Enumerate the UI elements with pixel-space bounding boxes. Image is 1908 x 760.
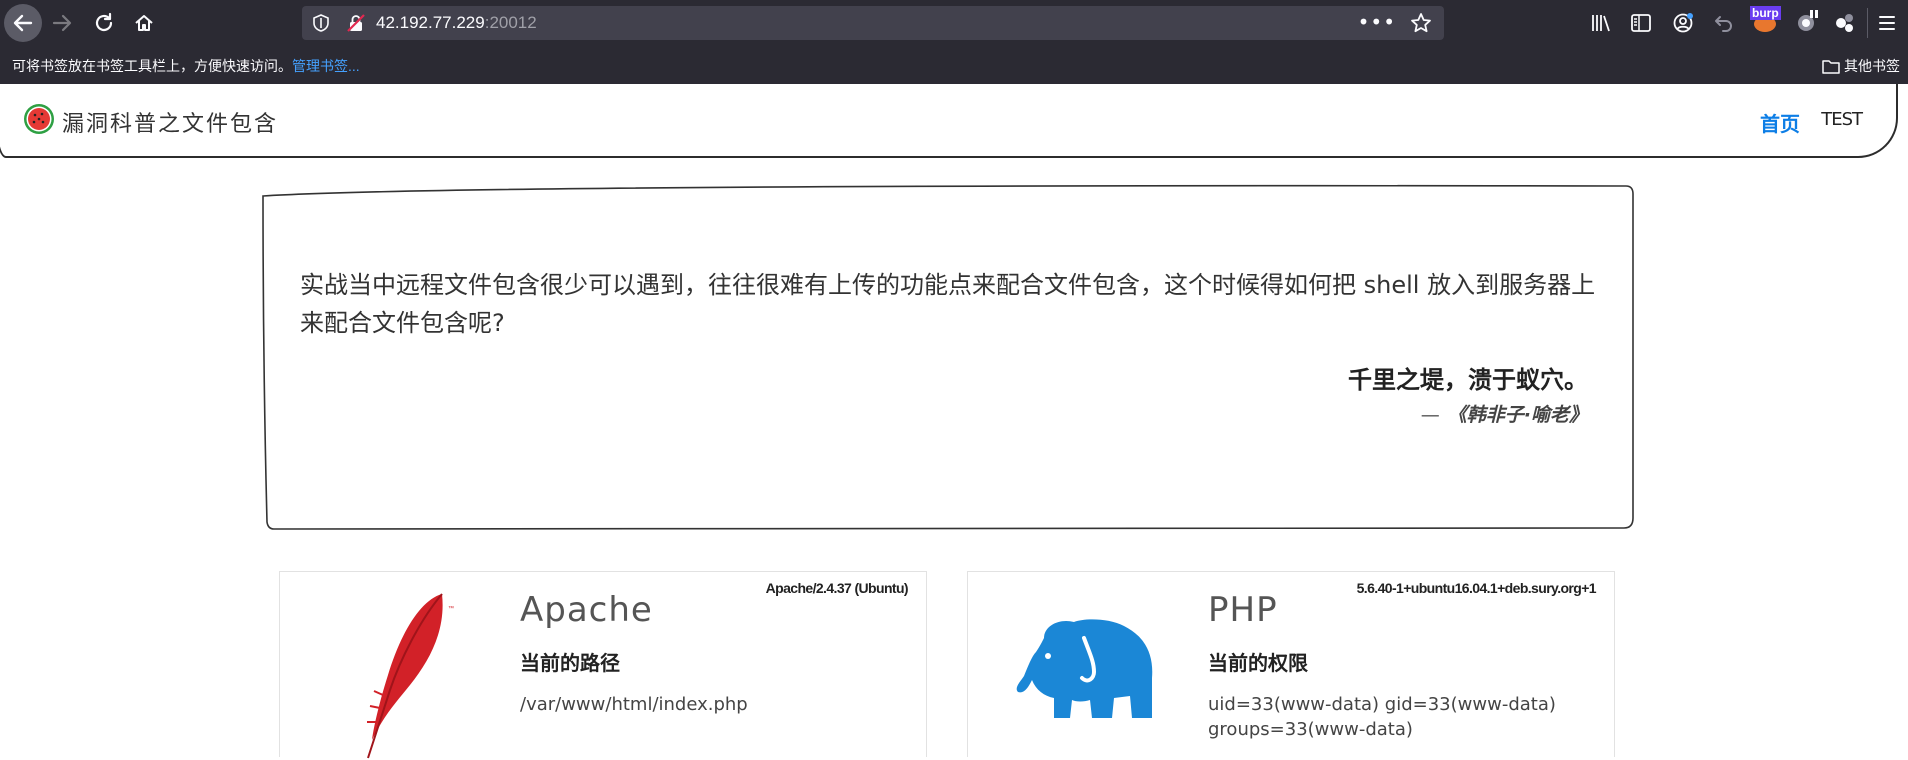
nav-home-link[interactable]: 首页 (1760, 108, 1800, 137)
apache-path-label: 当前的路径 (520, 651, 620, 675)
apache-path-value: /var/www/html/index.php (520, 694, 748, 715)
burp-extension-icon[interactable]: burp (1750, 6, 1784, 34)
bookmarks-hint: 可将书签放在书签工具栏上，方便快速访问。管理书签... (12, 56, 360, 76)
reload-icon (95, 12, 113, 32)
hamburger-menu-icon[interactable] (1876, 12, 1898, 34)
watermelon-logo-icon[interactable] (22, 102, 56, 136)
insecure-lock-icon[interactable] (347, 14, 365, 32)
sketch-border (262, 184, 1634, 530)
forward-button[interactable] (46, 7, 78, 39)
undo-close-tab-icon[interactable] (1712, 12, 1734, 34)
quote-source-title: 《韩非子·喻老》 (1447, 404, 1588, 426)
quote-main: 千里之堤，溃于蚁穴。 (1348, 366, 1588, 394)
php-info-card: 5.6.40-1+ubuntu16.04.1+deb.sury.org+1 PH… (967, 571, 1615, 757)
apache-feather-icon: ™ (367, 593, 454, 759)
url-host: 42.192.77.229 (376, 13, 485, 32)
back-button[interactable] (4, 4, 42, 42)
browser-toolbar: 42.192.77.229:20012 ••• burp (0, 0, 1908, 46)
sidebar-icon[interactable] (1630, 12, 1652, 34)
toolbar-divider (1867, 8, 1868, 38)
php-permission-value: uid=33(www-data) gid=33(www-data) groups… (1208, 694, 1556, 740)
url-port: :20012 (484, 13, 537, 32)
other-bookmarks-label: 其他书签 (1844, 58, 1900, 74)
php-title: PHP (1208, 590, 1278, 630)
quote-question: 实战当中远程文件包含很少可以遇到，往往很难有上传的功能点来配合文件包含，这个时候… (300, 271, 1596, 337)
apache-info-card: ™ Apache/2.4.37 (Ubuntu) Apache 当前的路径 /v… (279, 571, 927, 759)
manage-bookmarks-link[interactable]: 管理书签... (292, 58, 360, 74)
reload-button[interactable] (88, 7, 120, 39)
account-icon[interactable] (1672, 12, 1694, 34)
quote-dash: — (1420, 404, 1440, 426)
quote-source: — 《韩非子·喻老》 (1421, 400, 1588, 427)
bookmarks-toolbar: 可将书签放在书签工具栏上，方便快速访问。管理书签... 其他书签 (0, 46, 1908, 84)
php-permission-label: 当前的权限 (1208, 651, 1308, 675)
url-text[interactable]: 42.192.77.229:20012 (376, 13, 537, 33)
network-extension-icon[interactable] (1794, 8, 1820, 34)
nav-test-link[interactable]: TEST (1821, 109, 1863, 130)
extension-puzzle-icon[interactable] (1832, 10, 1858, 36)
php-elephant-icon (1016, 619, 1153, 718)
bookmarks-hint-text: 可将书签放在书签工具栏上，方便快速访问。 (12, 58, 292, 74)
other-bookmarks-button[interactable]: 其他书签 (1822, 56, 1900, 76)
site-title[interactable]: 漏洞科普之文件包含 (62, 106, 278, 138)
bookmark-star-icon[interactable] (1410, 12, 1432, 34)
page-actions-more-icon[interactable]: ••• (1358, 10, 1396, 34)
home-button[interactable] (128, 7, 160, 39)
library-icon[interactable] (1590, 12, 1612, 34)
shield-icon[interactable] (312, 14, 330, 32)
apache-title: Apache (520, 590, 653, 630)
site-header: 漏洞科普之文件包含 首页 TEST (0, 84, 1898, 158)
arrow-left-icon (13, 14, 33, 32)
php-version: 5.6.40-1+ubuntu16.04.1+deb.sury.org+1 (1356, 580, 1597, 596)
address-bar[interactable]: 42.192.77.229:20012 ••• (302, 6, 1444, 40)
svg-text:™: ™ (448, 605, 454, 612)
apache-version: Apache/2.4.37 (Ubuntu) (765, 580, 909, 596)
home-icon (135, 15, 153, 31)
burp-badge: burp (1750, 6, 1781, 20)
arrow-right-icon (52, 14, 72, 32)
folder-icon (1822, 60, 1840, 74)
quote-card: 实战当中远程文件包含很少可以遇到，往往很难有上传的功能点来配合文件包含，这个时候… (260, 184, 1634, 530)
